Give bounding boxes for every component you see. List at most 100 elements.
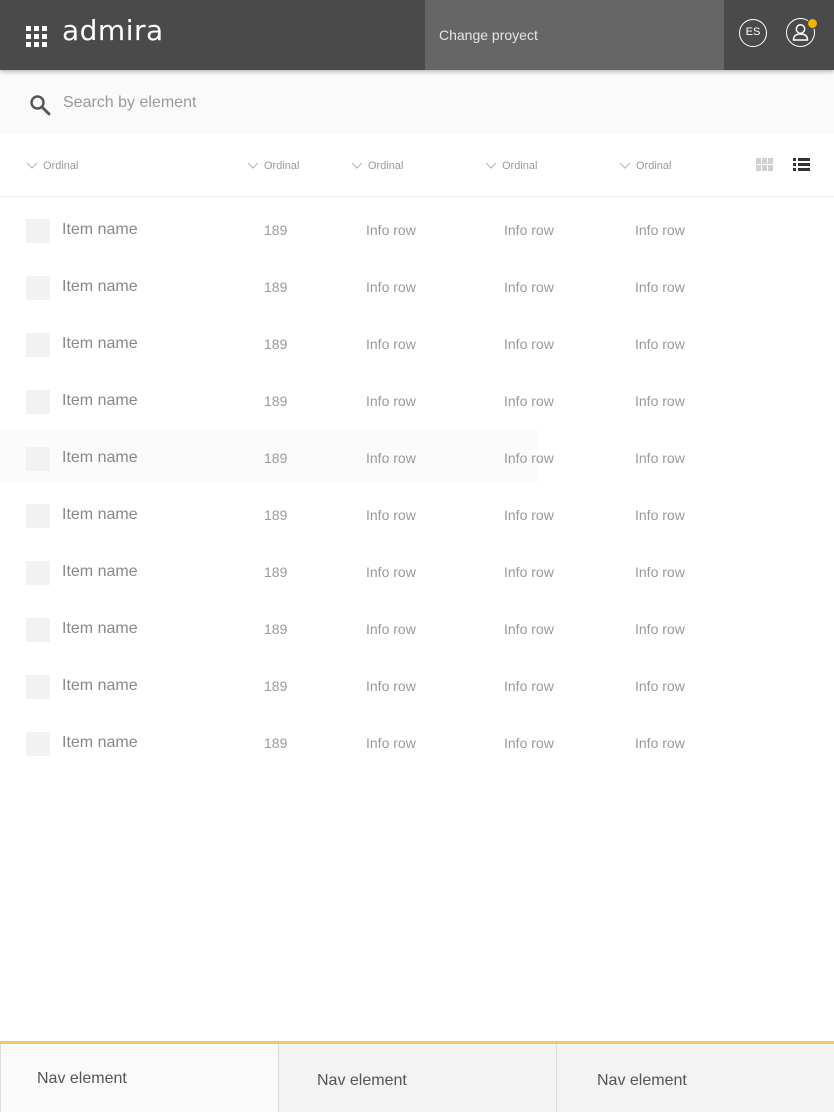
nav-element-2[interactable]: Nav element (278, 1044, 556, 1112)
item-info: Info row (635, 222, 685, 238)
item-number: 189 (264, 222, 288, 238)
nav-element-3[interactable]: Nav element (556, 1044, 834, 1112)
item-info: Info row (635, 279, 685, 295)
item-info: Info row (635, 621, 685, 637)
item-info: Info row (366, 621, 416, 637)
item-thumbnail (26, 618, 50, 642)
language-button[interactable]: ES (739, 19, 767, 47)
item-thumbnail (26, 504, 50, 528)
notification-badge (807, 18, 818, 29)
item-info: Info row (366, 564, 416, 580)
item-name: Item name (62, 506, 138, 523)
item-name: Item name (62, 620, 138, 637)
item-name: Item name (62, 278, 138, 295)
item-info: Info row (366, 393, 416, 409)
item-info: Info row (504, 678, 554, 694)
chevron-down-icon (26, 162, 38, 169)
item-info: Info row (635, 507, 685, 523)
change-project-label: Change proyect (439, 27, 538, 43)
table-row[interactable]: Item name 189 Info row Info row Info row (0, 710, 834, 767)
item-info: Info row (504, 507, 554, 523)
item-info: Info row (504, 279, 554, 295)
item-number: 189 (264, 678, 288, 694)
item-info: Info row (504, 336, 554, 352)
column-header-sort[interactable]: Ordinal (485, 160, 537, 172)
table-row[interactable]: Item name 189 Info row Info row Info row (0, 368, 834, 425)
item-number: 189 (264, 621, 288, 637)
column-header-sort[interactable]: Ordinal (619, 160, 671, 172)
item-list: Item name 189 Info row Info row Info row… (0, 197, 834, 767)
item-info: Info row (635, 678, 685, 694)
table-row[interactable]: Item name 189 Info row Info row Info row (0, 596, 834, 653)
chevron-down-icon (351, 162, 363, 169)
item-name: Item name (62, 734, 138, 751)
item-name: Item name (62, 335, 138, 352)
item-info: Info row (635, 393, 685, 409)
item-thumbnail (26, 447, 50, 471)
item-info: Info row (504, 564, 554, 580)
column-header-label: Ordinal (636, 160, 672, 172)
item-name: Item name (62, 677, 138, 694)
item-name: Item name (62, 449, 138, 466)
table-row[interactable]: Item name 189 Info row Info row Info row (0, 482, 834, 539)
item-info: Info row (366, 279, 416, 295)
app-logo: admira (62, 14, 164, 47)
item-info: Info row (366, 450, 416, 466)
item-info: Info row (366, 222, 416, 238)
item-info: Info row (504, 393, 554, 409)
item-info: Info row (635, 564, 685, 580)
chevron-down-icon (247, 162, 259, 169)
item-number: 189 (264, 735, 288, 751)
item-thumbnail (26, 561, 50, 585)
item-thumbnail (26, 333, 50, 357)
list-view-icon[interactable] (793, 158, 810, 172)
item-name: Item name (62, 563, 138, 580)
item-info: Info row (366, 336, 416, 352)
item-name: Item name (62, 392, 138, 409)
item-number: 189 (264, 564, 288, 580)
item-number: 189 (264, 336, 288, 352)
column-header-label: Ordinal (264, 160, 300, 172)
user-icon (792, 24, 809, 41)
chevron-down-icon (485, 162, 497, 169)
nav-element-1[interactable]: Nav element (0, 1044, 278, 1112)
table-header: Ordinal Ordinal Ordinal Ordinal Ordinal (0, 134, 834, 197)
table-row[interactable]: Item name 189 Info row Info row Info row (0, 197, 834, 254)
change-project-button[interactable]: Change proyect (425, 0, 724, 70)
item-info: Info row (366, 735, 416, 751)
item-thumbnail (26, 219, 50, 243)
apps-grid-icon[interactable] (26, 26, 47, 47)
item-info: Info row (504, 222, 554, 238)
item-number: 189 (264, 279, 288, 295)
item-thumbnail (26, 732, 50, 756)
table-row[interactable]: Item name 189 Info row Info row Info row (0, 254, 834, 311)
table-row[interactable]: Item name 189 Info row Info row Info row (0, 653, 834, 710)
chevron-down-icon (619, 162, 631, 169)
column-header-sort[interactable]: Ordinal (247, 160, 299, 172)
top-bar: admira Change proyect ES (0, 0, 834, 70)
column-header-label: Ordinal (502, 160, 538, 172)
item-number: 189 (264, 507, 288, 523)
table-row[interactable]: Item name 189 Info row Info row Info row (0, 311, 834, 368)
column-header-sort[interactable]: Ordinal (351, 160, 403, 172)
column-header-sort[interactable]: Ordinal (26, 160, 78, 172)
bottom-nav: Nav element Nav element Nav element (0, 1041, 834, 1112)
column-header-label: Ordinal (43, 160, 79, 172)
table-row-hovered[interactable]: Item name 189 Info row Info row Info row (0, 425, 834, 482)
search-icon (30, 95, 51, 116)
item-number: 189 (264, 450, 288, 466)
item-info: Info row (635, 735, 685, 751)
search-bar (0, 70, 834, 134)
table-row[interactable]: Item name 189 Info row Info row Info row (0, 539, 834, 596)
column-header-label: Ordinal (368, 160, 404, 172)
item-info: Info row (635, 336, 685, 352)
item-info: Info row (635, 450, 685, 466)
search-input[interactable] (63, 92, 763, 114)
item-thumbnail (26, 276, 50, 300)
item-info: Info row (366, 678, 416, 694)
item-info: Info row (504, 450, 554, 466)
grid-view-icon[interactable] (756, 158, 773, 172)
item-info: Info row (504, 735, 554, 751)
item-info: Info row (504, 621, 554, 637)
item-number: 189 (264, 393, 288, 409)
